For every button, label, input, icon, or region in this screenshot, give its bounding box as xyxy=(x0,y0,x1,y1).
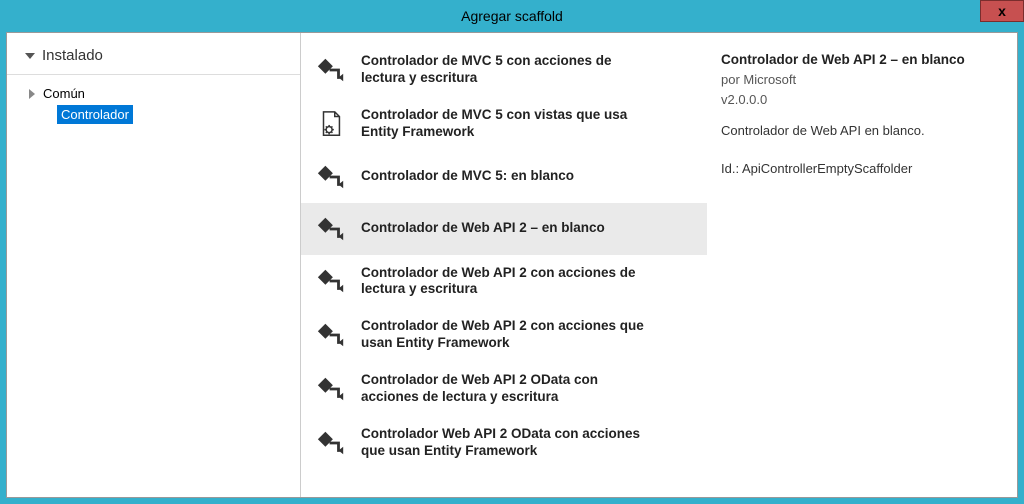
scaffold-item[interactable]: Controlador de Web API 2 – en blanco xyxy=(301,203,707,255)
scaffold-item[interactable]: Controlador de Web API 2 con acciones de… xyxy=(301,255,707,309)
scaffold-item[interactable]: Controlador de Web API 2 OData con accio… xyxy=(301,362,707,416)
controller-icon xyxy=(315,319,347,351)
controller-icon xyxy=(315,265,347,297)
sidebar: Instalado Común Controlador xyxy=(7,33,301,497)
scaffold-item-label: Controlador de Web API 2 con acciones qu… xyxy=(361,318,651,352)
window-title: Agregar scaffold xyxy=(0,8,1024,24)
controller-icon xyxy=(315,427,347,459)
detail-id-value: ApiControllerEmptyScaffolder xyxy=(742,161,912,176)
chevron-right-icon xyxy=(29,89,35,99)
detail-description: Controlador de Web API en blanco. xyxy=(721,122,1001,140)
detail-id-label: Id.: xyxy=(721,161,739,176)
scaffold-item-label: Controlador de Web API 2 con acciones de… xyxy=(361,265,651,299)
detail-id: Id.: ApiControllerEmptyScaffolder xyxy=(721,160,1001,178)
titlebar: Agregar scaffold x xyxy=(0,0,1024,32)
tree-item-label: Común xyxy=(43,86,85,101)
close-button[interactable]: x xyxy=(980,0,1024,22)
scaffold-list: Controlador de MVC 5 con acciones de lec… xyxy=(301,33,707,497)
sidebar-tree: Común Controlador xyxy=(7,75,300,125)
chevron-down-icon xyxy=(25,53,35,59)
detail-author: por Microsoft xyxy=(721,71,1001,89)
scaffold-item[interactable]: Controlador Web API 2 OData con acciones… xyxy=(301,416,707,470)
tree-item-comun[interactable]: Común xyxy=(25,83,300,104)
tree-item-label: Controlador xyxy=(57,105,133,124)
scaffold-item-label: Controlador de Web API 2 OData con accio… xyxy=(361,372,651,406)
controller-icon xyxy=(315,54,347,86)
sidebar-header-label: Instalado xyxy=(42,47,103,64)
controller-icon xyxy=(315,373,347,405)
controller-icon xyxy=(315,213,347,245)
controller-icon xyxy=(315,161,347,193)
sidebar-header[interactable]: Instalado xyxy=(7,41,300,75)
scaffold-item-label: Controlador Web API 2 OData con acciones… xyxy=(361,426,651,460)
detail-version: v2.0.0.0 xyxy=(721,91,1001,109)
detail-panel: Controlador de Web API 2 – en blanco por… xyxy=(707,33,1017,497)
scaffold-item-label: Controlador de MVC 5 con acciones de lec… xyxy=(361,53,651,87)
scaffold-item-label: Controlador de MVC 5: en blanco xyxy=(361,168,574,185)
scaffold-item[interactable]: Controlador de Web API 2 con acciones qu… xyxy=(301,308,707,362)
scaffold-item[interactable]: Controlador de MVC 5 con acciones de lec… xyxy=(301,43,707,97)
scaffold-item[interactable]: Controlador de MVC 5: en blanco xyxy=(301,151,707,203)
scaffold-item[interactable]: Controlador de MVC 5 con vistas que usa … xyxy=(301,97,707,151)
file-gear-icon xyxy=(315,108,347,140)
scaffold-item-label: Controlador de MVC 5 con vistas que usa … xyxy=(361,107,651,141)
close-icon: x xyxy=(998,3,1006,19)
dialog-window: Agregar scaffold x Instalado Común Contr… xyxy=(0,0,1024,504)
tree-item-controlador[interactable]: Controlador xyxy=(25,104,300,125)
client-area: Instalado Común Controlador Controlador … xyxy=(6,32,1018,498)
scaffold-item-label: Controlador de Web API 2 – en blanco xyxy=(361,220,605,237)
detail-title: Controlador de Web API 2 – en blanco xyxy=(721,51,1001,69)
